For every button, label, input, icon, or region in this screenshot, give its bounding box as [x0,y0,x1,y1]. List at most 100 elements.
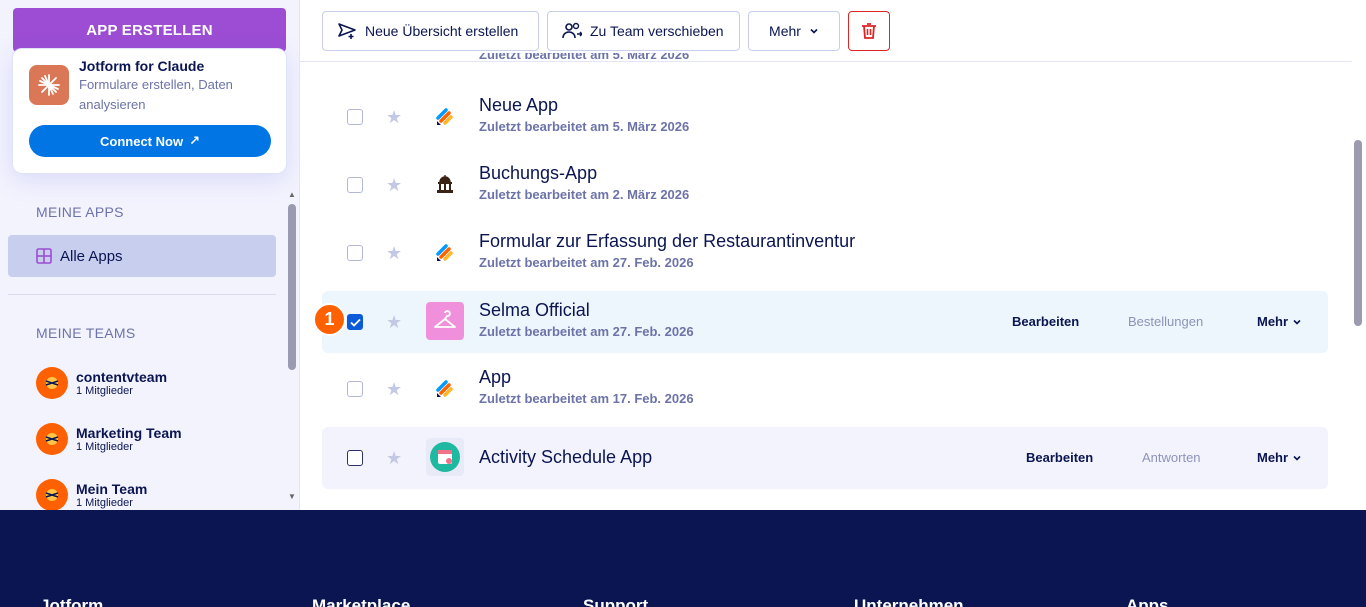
row-checkbox[interactable] [347,245,363,261]
connect-now-label: Connect Now [100,133,184,149]
team-member-count: 1 Mitglieder [76,496,133,509]
app-last-edited: Zuletzt bearbeitet am 2. März 2026 [479,187,690,202]
new-overview-label: Neue Übersicht erstellen [365,23,519,39]
star-icon[interactable]: ★ [386,312,402,332]
sidebar-team-item[interactable]: contentvteam 1 Mitglieder [36,363,167,403]
app-row[interactable]: ★ Buchungs-App Zuletzt bearbeitet am 2. … [322,154,1328,216]
checkmark-icon [349,318,361,327]
main-scrollbar[interactable] [1352,0,1366,510]
team-avatar-icon [36,479,68,510]
my-apps-heading: MEINE APPS [36,204,124,220]
app-row[interactable]: ★ Formular zur Erfassung der Restauranti… [322,222,1328,284]
sidebar-team-item[interactable]: Marketing Team 1 Mitglieder [36,419,182,459]
app-name[interactable]: Selma Official [479,300,590,321]
claude-logo-icon [29,65,69,105]
row-checkbox[interactable] [347,381,363,397]
move-to-team-button[interactable]: Zu Team verschieben [547,11,740,51]
edit-link[interactable]: Bearbeiten [1026,450,1093,465]
move-to-team-label: Zu Team verschieben [590,23,724,39]
building-icon [426,165,464,203]
promo-description: Formulare erstellen, Daten analysieren [79,77,233,112]
row-checkbox[interactable] [347,450,363,466]
paper-plane-plus-icon [338,23,356,39]
footer: Jotform Marketplace Support Unternehmen … [0,510,1366,607]
app-name[interactable]: Neue App [479,95,558,116]
partial-row-subtitle: Zuletzt bearbeitet am 5. März 2026 [479,53,690,62]
connect-now-button[interactable]: Connect Now ↗ [29,125,271,157]
app-row[interactable]: ★ App Zuletzt bearbeitet am 17. Feb. 202… [322,358,1328,420]
row-more-label: Mehr [1257,314,1289,329]
create-app-button[interactable]: APP ERSTELLEN [13,8,286,52]
team-avatar-icon [36,423,68,455]
sidebar-scroll-thumb[interactable] [288,204,296,370]
jotform-pencil-icon [426,97,464,135]
calendar-icon [426,438,464,476]
app-last-edited: Zuletzt bearbeitet am 27. Feb. 2026 [479,255,694,270]
footer-column-heading: Jotform [40,596,104,607]
footer-column-heading: Apps [1126,596,1169,607]
jotform-pencil-icon [426,369,464,407]
trash-icon [862,23,876,39]
app-row[interactable]: ★ Neue App Zuletzt bearbeitet am 5. März… [322,86,1328,148]
orders-link[interactable]: Bestellungen [1128,314,1203,329]
delete-button[interactable] [848,11,890,51]
chevron-down-icon [809,23,819,39]
chevron-down-icon [1293,319,1301,325]
star-icon[interactable]: ★ [386,379,402,399]
promo-title: Jotform for Claude [79,58,205,74]
team-member-count: 1 Mitglieder [76,440,133,453]
star-icon[interactable]: ★ [386,175,402,195]
app-row-selected[interactable]: ★ Selma Official Zuletzt bearbeitet am 2… [322,291,1328,353]
my-teams-heading: MEINE TEAMS [36,325,136,341]
scroll-down-arrow-icon[interactable]: ▼ [288,492,296,501]
footer-column-heading: Support [583,596,649,607]
team-name: Marketing Team [76,424,182,441]
app-name[interactable]: Buchungs-App [479,163,597,184]
scroll-up-arrow-icon[interactable]: ▲ [288,190,296,199]
main-scroll-thumb[interactable] [1354,140,1362,326]
footer-column-heading: Marketplace [312,596,411,607]
team-name: Mein Team [76,480,148,497]
footer-column-heading: Unternehmen [854,596,964,607]
edit-link[interactable]: Bearbeiten [1012,314,1079,329]
more-label: Mehr [769,23,801,39]
claude-promo-card: Jotform for Claude Formulare erstellen, … [12,48,287,174]
app-last-edited: Zuletzt bearbeitet am 27. Feb. 2026 [479,324,694,339]
team-member-count: 1 Mitglieder [76,384,133,397]
star-icon[interactable]: ★ [386,107,402,127]
app-name[interactable]: Activity Schedule App [479,447,652,468]
row-checkbox[interactable] [347,177,363,193]
star-icon[interactable]: ★ [386,448,402,468]
sidebar-item-all-apps[interactable]: Alle Apps [8,235,276,277]
app-last-edited: Zuletzt bearbeitet am 5. März 2026 [479,119,690,134]
external-link-icon: ↗ [189,133,200,148]
row-checkbox[interactable] [347,109,363,125]
app-name[interactable]: App [479,367,511,388]
star-icon[interactable]: ★ [386,243,402,263]
team-name: contentvteam [76,368,168,385]
team-move-icon [562,22,582,39]
sidebar: APP ERSTELLEN Jotform for Claude Formula… [0,0,300,510]
new-overview-button[interactable]: Neue Übersicht erstellen [322,11,539,51]
chevron-down-icon [1293,455,1301,461]
sidebar-divider [8,294,276,295]
app-name[interactable]: Formular zur Erfassung der Restaurantinv… [479,231,855,252]
row-more-button[interactable]: Mehr [1257,314,1302,329]
toolbar: Neue Übersicht erstellen Zu Team verschi… [300,0,1352,62]
hanger-icon [426,302,464,340]
team-avatar-icon [36,367,68,399]
row-more-label: Mehr [1257,450,1289,465]
all-apps-label: Alle Apps [60,247,123,265]
sidebar-scrollbar[interactable]: ▲ ▼ [286,190,298,506]
grid-icon [36,248,52,264]
more-dropdown-button[interactable]: Mehr [748,11,840,51]
sidebar-team-item[interactable]: Mein Team 1 Mitglieder [36,475,147,510]
jotform-pencil-icon [426,233,464,271]
row-more-button[interactable]: Mehr [1257,450,1302,465]
app-row-hovered[interactable]: ★ Activity Schedule App Bearbeiten Antwo… [322,427,1328,489]
app-root: APP ERSTELLEN Jotform for Claude Formula… [0,0,1366,607]
step-badge: 1 [313,303,346,336]
app-last-edited: Zuletzt bearbeitet am 17. Feb. 2026 [479,391,694,406]
row-checkbox-checked[interactable] [347,314,363,330]
responses-link[interactable]: Antworten [1142,450,1201,465]
